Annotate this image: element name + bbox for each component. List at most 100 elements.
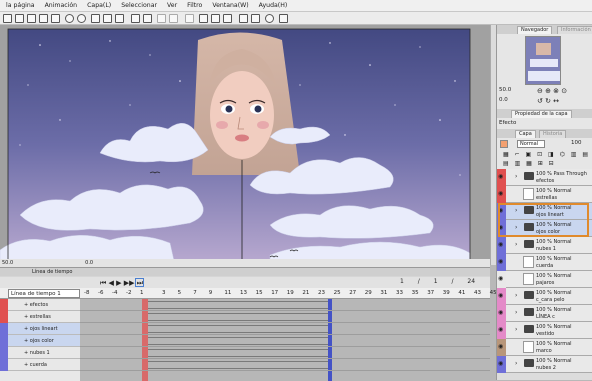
invert-selection-icon[interactable]	[169, 14, 178, 23]
eye-icon[interactable]: ◉	[498, 310, 505, 316]
chevron-right-icon[interactable]: ›	[515, 309, 517, 316]
frame-label: 35	[411, 290, 419, 296]
pen-icon[interactable]	[199, 14, 208, 23]
frame-rate: 24	[467, 278, 476, 285]
angle-readout[interactable]: 0.0	[85, 260, 93, 266]
chevron-right-icon[interactable]: ›	[515, 173, 517, 180]
paste-icon[interactable]	[143, 14, 152, 23]
layer-row[interactable]: ◉ › 100 % Normal c_cara pelo	[497, 288, 592, 305]
menu-page[interactable]: la página	[6, 2, 35, 9]
frame-label: 11	[224, 290, 232, 296]
artwork-canvas[interactable]	[0, 25, 490, 265]
timeline-track[interactable]: + nubes 1	[0, 346, 80, 359]
eye-icon[interactable]: ◉	[498, 191, 505, 197]
chevron-right-icon[interactable]: ›	[515, 326, 517, 333]
chevron-right-icon[interactable]: ›	[515, 292, 517, 299]
transform-icon[interactable]	[185, 14, 194, 23]
track-cel-span[interactable]	[148, 325, 328, 333]
nav-zoom-buttons[interactable]: ⊖ ⊕ ⊗ ⊙	[537, 87, 567, 95]
fill-icon[interactable]	[223, 14, 232, 23]
timeline-track[interactable]: + ojos lineart	[0, 322, 80, 335]
timeline-track[interactable]: + ojos color	[0, 334, 80, 347]
timeline-selector[interactable]: Línea de tiempo 1	[8, 289, 80, 298]
eye-icon[interactable]: ◉	[498, 327, 505, 333]
nav-rotate-buttons[interactable]: ↺ ↻ ↔	[537, 97, 559, 105]
timeline-frames-grid[interactable]	[80, 299, 490, 381]
chevron-right-icon[interactable]: ›	[515, 360, 517, 367]
layer-row[interactable]: ◉ › 100 % Pass Through efectos	[497, 169, 592, 186]
open-file-icon[interactable]	[15, 14, 24, 23]
layer-name: efectos	[536, 178, 555, 184]
frame-ruler[interactable]: -8 -6 -4 -2 1 3 5 7 9 11 13 15 17 19 21 23 25 27 29 31 33 35 3…	[84, 290, 497, 298]
tab-info[interactable]: Información	[557, 26, 592, 34]
eye-icon[interactable]: ◉	[498, 344, 505, 350]
current-frame: 1	[400, 278, 404, 285]
tab-layer-props[interactable]: Propiedad de la capa	[511, 110, 572, 118]
face	[210, 71, 274, 159]
layer-row[interactable]: ◉ › 100 % Normal vestido	[497, 322, 592, 339]
track-cel-span[interactable]	[148, 361, 328, 369]
undo-icon[interactable]	[65, 14, 74, 23]
tab-history[interactable]: Historia	[539, 130, 567, 138]
eye-icon[interactable]: ◉	[498, 242, 505, 248]
eye-icon[interactable]: ◉	[498, 361, 505, 367]
nav-angle[interactable]: 0.0	[499, 97, 508, 103]
layer-row[interactable]: ◉ 100 % Normal pajaros	[497, 271, 592, 288]
layer-row[interactable]: ◉ 100 % Normal cuerda	[497, 254, 592, 271]
nav-zoom[interactable]: 50.0	[499, 87, 511, 93]
layer-name: marco	[536, 348, 552, 354]
eye-icon[interactable]: ◉	[498, 293, 505, 299]
timeline-track[interactable]: + efectos	[0, 298, 80, 311]
menu-select[interactable]: Seleccionar	[121, 2, 157, 9]
crop-icon[interactable]	[115, 14, 124, 23]
menu-window[interactable]: Ventana(W)	[212, 2, 248, 9]
ruler-icon[interactable]	[251, 14, 260, 23]
copy-icon[interactable]	[131, 14, 140, 23]
clear-icon[interactable]	[91, 14, 100, 23]
track-cel-span[interactable]	[148, 301, 328, 309]
navigator-preview[interactable]	[525, 36, 561, 85]
export-icon[interactable]	[51, 14, 60, 23]
track-cel-span[interactable]	[148, 349, 328, 357]
layer-row[interactable]: ◉ 100 % Normal marco	[497, 339, 592, 356]
new-file-icon[interactable]	[3, 14, 12, 23]
loop-icon[interactable]	[135, 278, 144, 287]
eye-icon[interactable]: ◉	[498, 276, 505, 282]
tab-navigator[interactable]: Navegador	[517, 26, 553, 34]
snap-icon[interactable]	[239, 14, 248, 23]
layer-row[interactable]: ◉ 100 % Normal estrellas	[497, 186, 592, 203]
timeline-track[interactable]: + cuerda	[0, 358, 80, 371]
move-icon[interactable]	[279, 14, 288, 23]
chevron-right-icon[interactable]: ›	[515, 241, 517, 248]
menu-animation[interactable]: Animación	[45, 2, 78, 9]
layer-color-swatch[interactable]	[500, 140, 508, 148]
ruler-pen-icon[interactable]	[211, 14, 220, 23]
layer-row[interactable]: ◉ › 100 % Normal nubes 2	[497, 356, 592, 373]
end-marker[interactable]	[328, 299, 332, 381]
eye-icon[interactable]: ◉	[498, 259, 505, 265]
tab-layer[interactable]: Capa	[515, 130, 536, 138]
layer-row[interactable]: ◉ › 100 % Normal nubes 1	[497, 237, 592, 254]
save-icon[interactable]	[39, 14, 48, 23]
eye-icon[interactable]: ◉	[498, 174, 505, 180]
layer-thumbnail	[523, 341, 534, 353]
menu-filter[interactable]: Filtro	[187, 2, 202, 9]
layer-row[interactable]: ◉ › 100 % Normal LÍNEA c	[497, 305, 592, 322]
deselect-icon[interactable]	[157, 14, 166, 23]
menu-layer[interactable]: Capa(L)	[87, 2, 111, 9]
timeline-track[interactable]: + estrellas	[0, 310, 80, 323]
opacity-value[interactable]: 100	[571, 140, 582, 146]
layer-tool-icons[interactable]: ▦ ⌐ ▣ ⊡ ◨ ⌬ ▥ ▤	[503, 151, 590, 158]
menu-help[interactable]: Ayuda(H)	[259, 2, 288, 9]
canvas-area[interactable]	[0, 25, 490, 265]
layer-action-icons[interactable]: ▤ ▥ ▦ ⊞ ⊟	[503, 160, 556, 167]
help-icon[interactable]	[265, 14, 274, 23]
track-cel-span[interactable]	[148, 313, 328, 321]
menu-view[interactable]: Ver	[167, 2, 177, 9]
cut-icon[interactable]	[103, 14, 112, 23]
zoom-readout[interactable]: 50.0	[2, 260, 13, 266]
blend-mode-select[interactable]: Normal	[517, 140, 545, 148]
redo-icon[interactable]	[77, 14, 86, 23]
open-folder-icon[interactable]	[27, 14, 36, 23]
track-cel-span[interactable]	[148, 337, 328, 345]
